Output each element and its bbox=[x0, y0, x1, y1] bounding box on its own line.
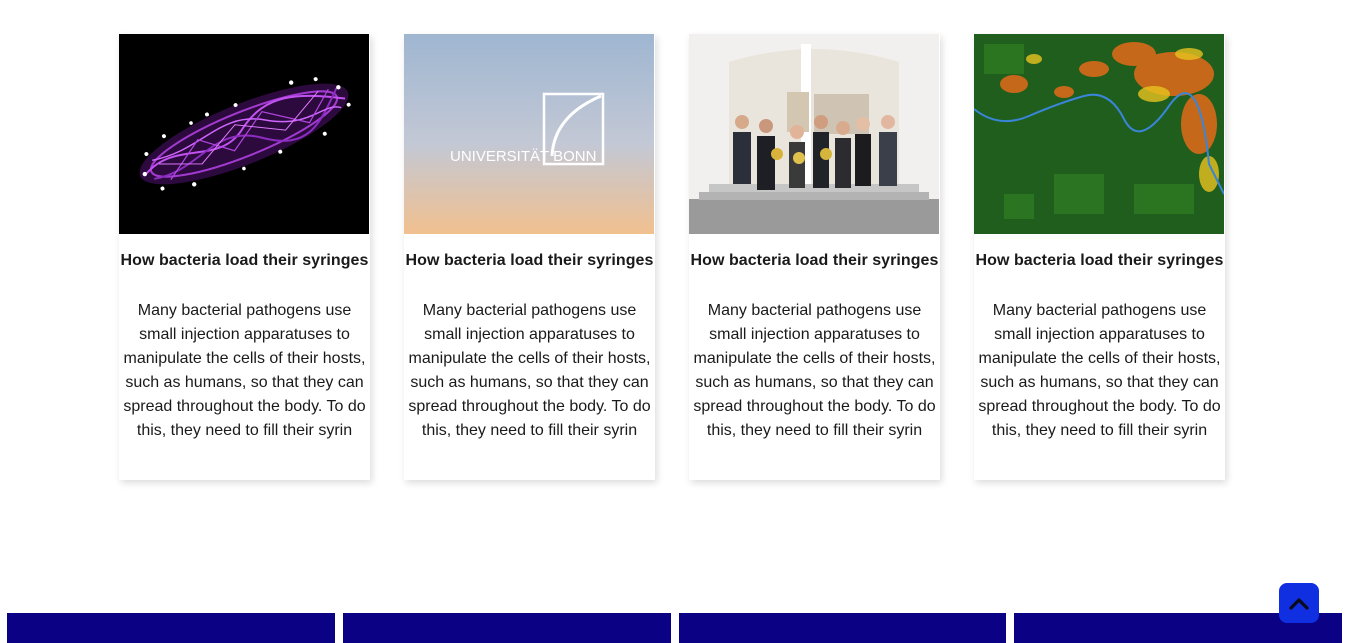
news-card[interactable]: UNIVERSITÄT BONN How bacteria load their… bbox=[404, 34, 655, 480]
news-card[interactable]: How bacteria load their syringes Many ba… bbox=[689, 34, 940, 480]
card-excerpt: Many bacterial pathogens use small injec… bbox=[408, 302, 651, 439]
footer-tile[interactable] bbox=[679, 613, 1006, 643]
group-photo-image bbox=[689, 34, 939, 234]
card-image[interactable] bbox=[974, 34, 1224, 234]
card-excerpt: Many bacterial pathogens use small injec… bbox=[978, 302, 1221, 439]
card-excerpt: Many bacterial pathogens use small injec… bbox=[123, 302, 366, 439]
footer-tile[interactable] bbox=[7, 613, 335, 643]
card-title[interactable]: How bacteria load their syringes bbox=[974, 251, 1225, 271]
card-excerpt: Many bacterial pathogens use small injec… bbox=[693, 302, 936, 439]
university-bonn-logo-image: UNIVERSITÄT BONN bbox=[404, 34, 654, 234]
svg-text:UNIVERSITÄT BONN: UNIVERSITÄT BONN bbox=[450, 148, 596, 165]
card-image[interactable]: UNIVERSITÄT BONN bbox=[404, 34, 654, 234]
card-title[interactable]: How bacteria load their syringes bbox=[404, 251, 655, 271]
footer-banner bbox=[0, 613, 1349, 643]
chevron-up-icon bbox=[1289, 598, 1309, 610]
card-image[interactable] bbox=[689, 34, 939, 234]
back-to-top-button[interactable] bbox=[1279, 583, 1319, 623]
news-card[interactable]: How bacteria load their syringes Many ba… bbox=[974, 34, 1225, 480]
news-card[interactable]: How bacteria load their syringes Many ba… bbox=[119, 34, 370, 480]
satellite-map-image bbox=[974, 34, 1224, 234]
card-title[interactable]: How bacteria load their syringes bbox=[689, 251, 940, 271]
card-title[interactable]: How bacteria load their syringes bbox=[119, 251, 370, 271]
card-image[interactable] bbox=[119, 34, 369, 234]
footer-tile[interactable] bbox=[343, 613, 671, 643]
bacteria-microscopy-image bbox=[119, 34, 369, 234]
